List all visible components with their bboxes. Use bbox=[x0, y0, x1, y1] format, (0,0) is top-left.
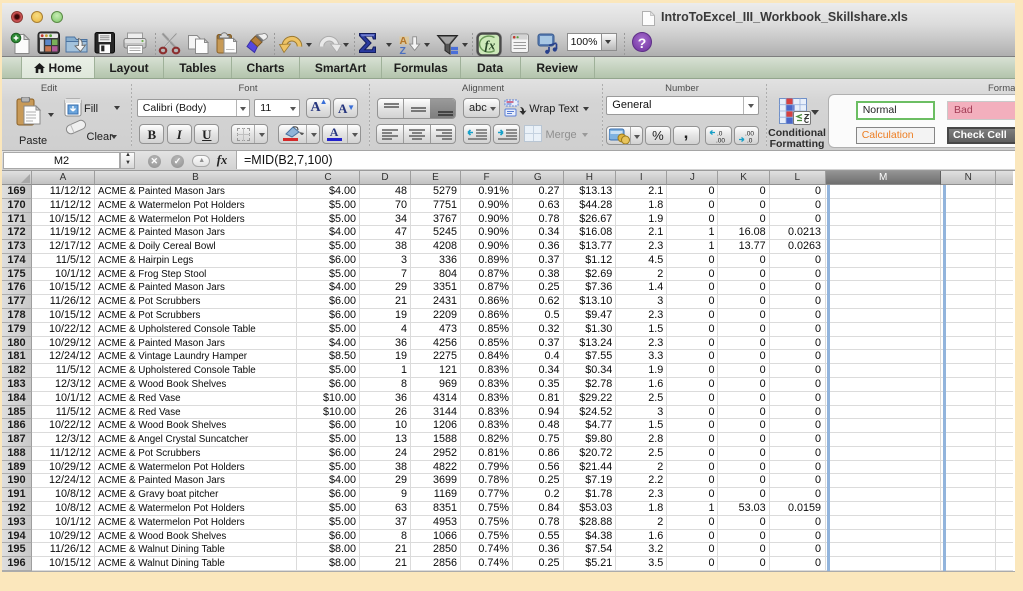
svg-text:fx: fx bbox=[485, 38, 496, 53]
svg-text:.0: .0 bbox=[717, 131, 723, 138]
svg-text:.0: .0 bbox=[747, 138, 753, 144]
svg-text:.00: .00 bbox=[745, 131, 754, 138]
svg-text:.00: .00 bbox=[716, 138, 725, 144]
svg-text:Z: Z bbox=[400, 45, 407, 57]
